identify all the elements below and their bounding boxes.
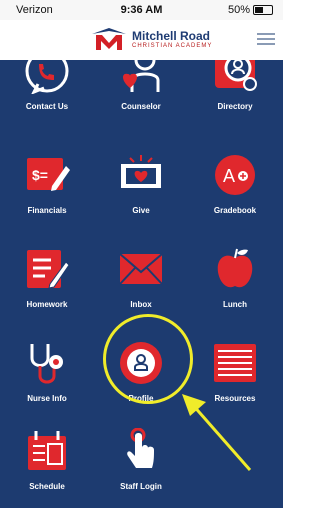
financials-icon: $= [27,158,70,191]
tile-lunch[interactable]: Lunch [188,246,282,309]
battery-percent: 50% [227,4,250,16]
arrow-annotation-icon [182,394,252,471]
tile-financials[interactable]: $= Financials [0,152,94,215]
feature-grid: Contact Us Counselor Directory $= Financ… [0,60,283,508]
phone-bubble-icon [25,60,69,94]
resources-icon [214,344,256,382]
tile-label: Staff Login [120,482,162,491]
envelope-icon [119,253,163,285]
logo-name: Mitchell Road [132,28,211,43]
tile-inbox[interactable]: Inbox [94,246,188,309]
tile-label: Counselor [121,102,161,111]
tile-label: Homework [26,300,68,309]
tile-staff-login[interactable]: Staff Login [94,428,188,491]
hamburger-menu-button[interactable] [257,30,275,46]
logo-m-icon [92,28,126,50]
tile-counselor[interactable]: Counselor [94,60,188,111]
svg-text:A: A [223,166,235,186]
hand-tap-icon [127,428,154,468]
tile-label: Schedule [29,482,65,491]
directory-icon [215,60,257,91]
app-header: Mitchell Road CHRISTIAN ACADEMY [0,20,283,61]
tile-label: Lunch [223,300,247,309]
tile-label: Give [132,206,150,215]
status-bar: Verizon 9:36 AM 50% [0,0,283,20]
homework-icon [27,250,70,289]
tile-label: Inbox [130,300,152,309]
apple-icon [217,248,253,288]
tile-label: Nurse Info [27,394,67,403]
battery-icon [253,5,273,15]
tile-contact-us[interactable]: Contact Us [0,60,94,111]
tile-give[interactable]: Give [94,152,188,215]
tile-label: Directory [217,102,253,111]
school-logo: Mitchell Road CHRISTIAN ACADEMY [90,26,212,52]
tile-label: Gradebook [213,206,257,215]
logo-subtitle: CHRISTIAN ACADEMY [132,42,213,49]
tile-nurse-info[interactable]: Nurse Info [0,340,94,403]
stethoscope-icon [30,344,63,384]
calendar-icon [28,431,66,470]
tile-schedule[interactable]: Schedule [0,428,94,491]
gradebook-icon: A [215,155,255,195]
tile-label: Financials [27,206,67,215]
svg-text:$=: $= [32,167,48,183]
tile-directory[interactable]: Directory [188,60,282,111]
tile-gradebook[interactable]: A Gradebook [188,152,282,215]
tile-label: Contact Us [25,102,69,111]
give-heart-icon [121,155,161,188]
heart-person-icon [123,60,160,92]
tile-homework[interactable]: Homework [0,246,94,309]
battery: 50% [228,4,273,16]
